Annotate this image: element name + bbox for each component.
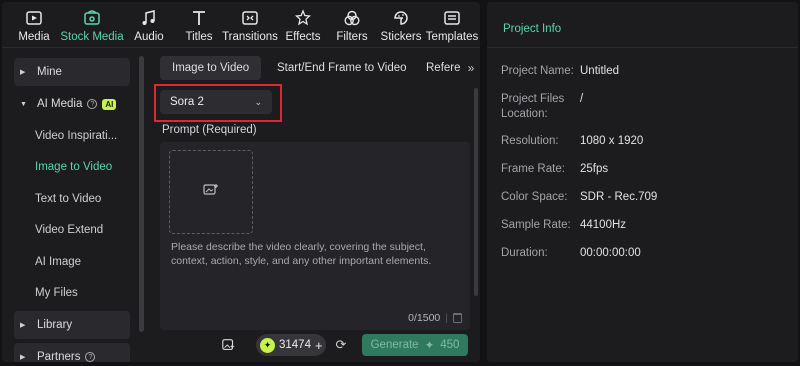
caret-right-icon: ▶: [20, 354, 26, 361]
info-key: Frame Rate:: [501, 163, 565, 175]
image-to-video-panel: Image to Video Start/End Frame to Video …: [152, 56, 480, 362]
caret-right-icon: ▶: [20, 322, 26, 329]
stock-media-icon: [81, 8, 103, 28]
media-panel: Media Stock Media Audio Titles Transitio…: [2, 2, 480, 362]
tab-label: Image to Video: [172, 62, 250, 74]
info-key: Sample Rate:: [501, 219, 571, 231]
media-sidebar: ▶ Mine ▼ AI Media ? AI Video Inspirati..…: [10, 56, 148, 362]
tab-start-end-frame[interactable]: Start/End Frame to Video: [277, 56, 407, 80]
info-value: 00:00:00:00: [580, 247, 641, 259]
tab-image-to-video[interactable]: Image to Video: [160, 56, 262, 80]
credit-coin-icon: ✦: [260, 337, 275, 353]
generate-cost: 450: [440, 339, 460, 351]
sidebar-item-text-to-video[interactable]: Text to Video: [14, 185, 130, 213]
project-info-title: Project Info: [503, 23, 562, 35]
credits-badge[interactable]: ✦ 31474 +: [256, 334, 326, 356]
toolbar-stock-media[interactable]: Stock Media: [60, 8, 124, 46]
toolbar-transitions[interactable]: Transitions: [222, 8, 278, 46]
add-credits-icon[interactable]: +: [315, 338, 323, 353]
prompt-label: Prompt (Required): [162, 124, 257, 136]
sidebar-item-ai-image[interactable]: AI Image: [14, 248, 130, 276]
feature-tabs: Image to Video Start/End Frame to Video …: [152, 56, 480, 82]
separator: |: [445, 312, 448, 324]
generate-label: Generate: [370, 339, 419, 351]
sparkle-icon: ✦: [424, 340, 435, 352]
toolbar-audio[interactable]: Audio: [129, 8, 169, 46]
sidebar-group-label: AI Media: [37, 98, 83, 110]
sidebar-item-video-extend[interactable]: Video Extend: [14, 216, 130, 244]
help-icon[interactable]: ?: [87, 99, 98, 109]
templates-icon: [441, 8, 463, 28]
sidebar-item-label: Video Inspirati...: [35, 130, 118, 142]
toolbar-templates[interactable]: Templates: [426, 8, 478, 46]
image-upload-button[interactable]: [169, 150, 253, 234]
toolbar-stickers[interactable]: Stickers: [380, 8, 422, 46]
refresh-icon[interactable]: ⟳: [332, 336, 350, 354]
top-toolbar: Media Stock Media Audio Titles Transitio…: [2, 2, 480, 48]
sidebar-group-label: Mine: [37, 66, 62, 78]
sidebar-item-image-to-video[interactable]: Image to Video: [14, 153, 130, 181]
char-count: 0/1500: [408, 312, 441, 324]
trash-icon[interactable]: [453, 313, 462, 323]
help-icon[interactable]: ?: [85, 352, 96, 362]
transitions-icon: [239, 8, 261, 28]
toolbar-titles[interactable]: Titles: [181, 8, 217, 46]
sidebar-item-label: AI Image: [35, 256, 82, 268]
sidebar-group-label: Library: [37, 319, 73, 331]
char-counter: 0/1500 |: [408, 312, 462, 324]
stickers-icon: [390, 8, 412, 28]
info-key: Color Space:: [501, 191, 568, 203]
info-value: 1080 x 1920: [580, 135, 644, 147]
sidebar-group-label: Partners: [37, 351, 81, 362]
project-info-header: Project Info: [487, 2, 798, 48]
generate-bar: ✦ 31474 + ⟳ Generate ✦ 450: [152, 332, 480, 358]
info-value: SDR - Rec.709: [580, 191, 658, 203]
sidebar-group-library[interactable]: ▶ Library: [14, 311, 130, 339]
sidebar-item-my-files[interactable]: My Files: [14, 279, 130, 307]
prompt-area: Please describe the video clearly, cover…: [160, 142, 470, 330]
filters-icon: [341, 8, 363, 28]
tabs-scroll-right-icon[interactable]: »: [462, 56, 480, 80]
toolbar-media[interactable]: Media: [10, 8, 58, 46]
info-value: 44100Hz: [580, 219, 627, 231]
info-key: Resolution:: [501, 135, 559, 147]
tab-label: Start/End Frame to Video: [277, 62, 407, 74]
caret-right-icon: ▶: [20, 69, 26, 76]
sidebar-scrollbar[interactable]: [139, 56, 144, 332]
effects-icon: [292, 8, 314, 28]
sidebar-item-label: Image to Video: [35, 161, 113, 173]
sidebar-item-label: Text to Video: [35, 193, 102, 205]
tab-reference[interactable]: Referen: [426, 56, 460, 80]
caret-down-icon: ▼: [20, 100, 27, 108]
media-icon: [23, 8, 45, 28]
info-value: /: [580, 93, 584, 105]
generate-button[interactable]: Generate ✦ 450: [362, 334, 468, 356]
highlight-annotation: [154, 84, 282, 122]
audio-icon: [138, 8, 160, 28]
sidebar-item-label: Video Extend: [35, 224, 104, 236]
sidebar-item-video-inspiration[interactable]: Video Inspirati...: [14, 122, 130, 150]
sidebar-item-label: My Files: [35, 287, 78, 299]
info-key: Project Files Location:: [501, 93, 565, 120]
info-key: Project Name:: [501, 65, 574, 77]
toolbar-effects[interactable]: Effects: [284, 8, 322, 46]
titles-icon: [188, 8, 210, 28]
prompt-input[interactable]: Please describe the video clearly, cover…: [171, 240, 461, 268]
ai-image-icon[interactable]: [220, 336, 238, 354]
sidebar-group-mine[interactable]: ▶ Mine: [14, 58, 130, 86]
ai-badge: AI: [102, 98, 117, 110]
info-value: Untitled: [580, 65, 619, 77]
sidebar-group-partners[interactable]: ▶ Partners ?: [14, 343, 130, 362]
toolbar-filters[interactable]: Filters: [333, 8, 371, 46]
main-scrollbar[interactable]: [474, 88, 478, 296]
project-info-panel: Project Info Project Name: Untitled Proj…: [487, 2, 798, 362]
info-value: 25fps: [580, 163, 609, 175]
tab-label: Referen: [426, 62, 460, 74]
credit-count: 31474: [279, 339, 311, 351]
add-image-icon: [203, 183, 219, 202]
sidebar-group-ai-media[interactable]: ▼ AI Media ? AI: [14, 90, 130, 118]
info-key: Duration:: [501, 247, 548, 259]
